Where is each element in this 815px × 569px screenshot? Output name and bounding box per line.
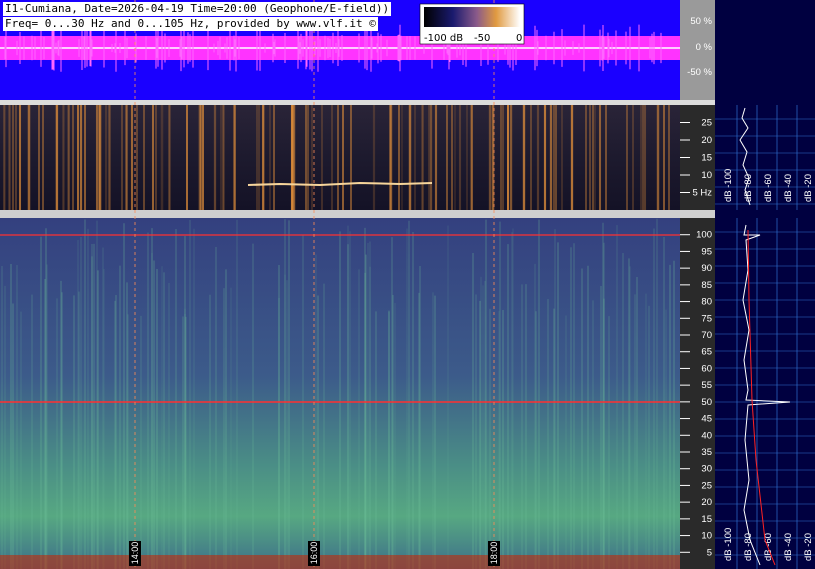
spectrogram-high-tick-label: 5	[707, 547, 712, 558]
time-label: 16:00	[309, 542, 319, 565]
spectrogram-high-tick-label: 35	[701, 447, 712, 458]
spectrogram-high-tick-label: 75	[701, 313, 712, 324]
colorbar: -100 dB -50 0	[419, 3, 525, 45]
spectrogram-low-panel: 25 20 15 10 5 Hz	[0, 105, 715, 210]
side-db-label: dB -100	[723, 169, 734, 202]
spectrogram-low-tick-label: 25	[701, 118, 712, 129]
spectrogram-high-tick-label: 30	[701, 464, 712, 475]
spectrogram-low-tick-label: 10	[701, 170, 712, 181]
waveform-tick-minus50: -50 %	[687, 67, 712, 78]
side-db-label: dB -40	[783, 174, 794, 202]
spectrogram-high-tick-label: 25	[701, 480, 712, 491]
spectrogram-low-tick-label: 15	[701, 153, 712, 164]
colorbar-label-minus100: -100 dB	[424, 33, 463, 44]
colorbar-label-minus50: -50	[474, 33, 490, 44]
waveform-tick-0: 0 %	[696, 42, 713, 53]
spectrogram-low-tick-label: 5 Hz	[692, 188, 712, 199]
side-db-label: dB -40	[783, 533, 794, 561]
time-label: 14:00	[130, 542, 140, 565]
side-panel-low: dB -100 dB -80 dB -60 dB -40 dB -20	[715, 0, 815, 210]
spectrogram-high-tick-label: 95	[701, 246, 712, 257]
spectrogram-high-tick-label: 15	[701, 514, 712, 525]
spectrogram-low-trace	[247, 181, 433, 187]
spectrogram-low-background	[0, 105, 680, 210]
spectrogram-high-tick-label: 85	[701, 280, 712, 291]
header-line-2: Freq= 0...30 Hz and 0...105 Hz, provided…	[3, 17, 378, 31]
header-line-1: I1-Cumiana, Date=2026-04-19 Time=20:00 (…	[3, 2, 392, 16]
spectrogram-high-tick-label: 40	[701, 430, 712, 441]
side-db-label: dB -100	[723, 528, 734, 561]
spectrogram-high-panel: 100 95 90 85 80 75 70 65 60 55 50 45 40 35 30 25 20 15 10 5	[0, 218, 715, 569]
side-db-label: dB -60	[763, 174, 774, 202]
spectrogram-high-tick-label: 20	[701, 497, 712, 508]
spectrogram-high-tick-label: 100	[696, 230, 712, 241]
spectrogram-high-tick-label: 65	[701, 347, 712, 358]
time-label: 18:00	[489, 542, 499, 565]
side-panel-high: dB -100 dB -80 dB -60 dB -40 dB -20	[715, 210, 815, 569]
side-db-label: dB -20	[803, 533, 814, 561]
panel-separator-2	[0, 210, 715, 218]
spectrogram-high-bottom-noise	[0, 555, 680, 569]
waveform-tick-50: 50 %	[690, 16, 712, 27]
spectrogram-high-tick-label: 70	[701, 330, 712, 341]
spectrogram-high-tick-label: 45	[701, 414, 712, 425]
spectrogram-high-tick-label: 50	[701, 397, 712, 408]
spectrogram-high-tick-label: 80	[701, 297, 712, 308]
spectrogram-low-tick-label: 20	[701, 135, 712, 146]
side-db-label: dB -20	[803, 174, 814, 202]
spectrogram-high-tick-label: 90	[701, 263, 712, 274]
spectrogram-high-tick-label: 60	[701, 363, 712, 374]
spectrogram-high-tick-label: 55	[701, 380, 712, 391]
vlf-figure: 50 % 0 % -50 % 252015105 Hz 100959085807…	[0, 0, 815, 569]
panel-separator	[0, 100, 715, 105]
spectrogram-high-tick-label: 10	[701, 531, 712, 542]
colorbar-label-0: 0	[516, 33, 522, 44]
colorbar-gradient	[424, 7, 520, 27]
